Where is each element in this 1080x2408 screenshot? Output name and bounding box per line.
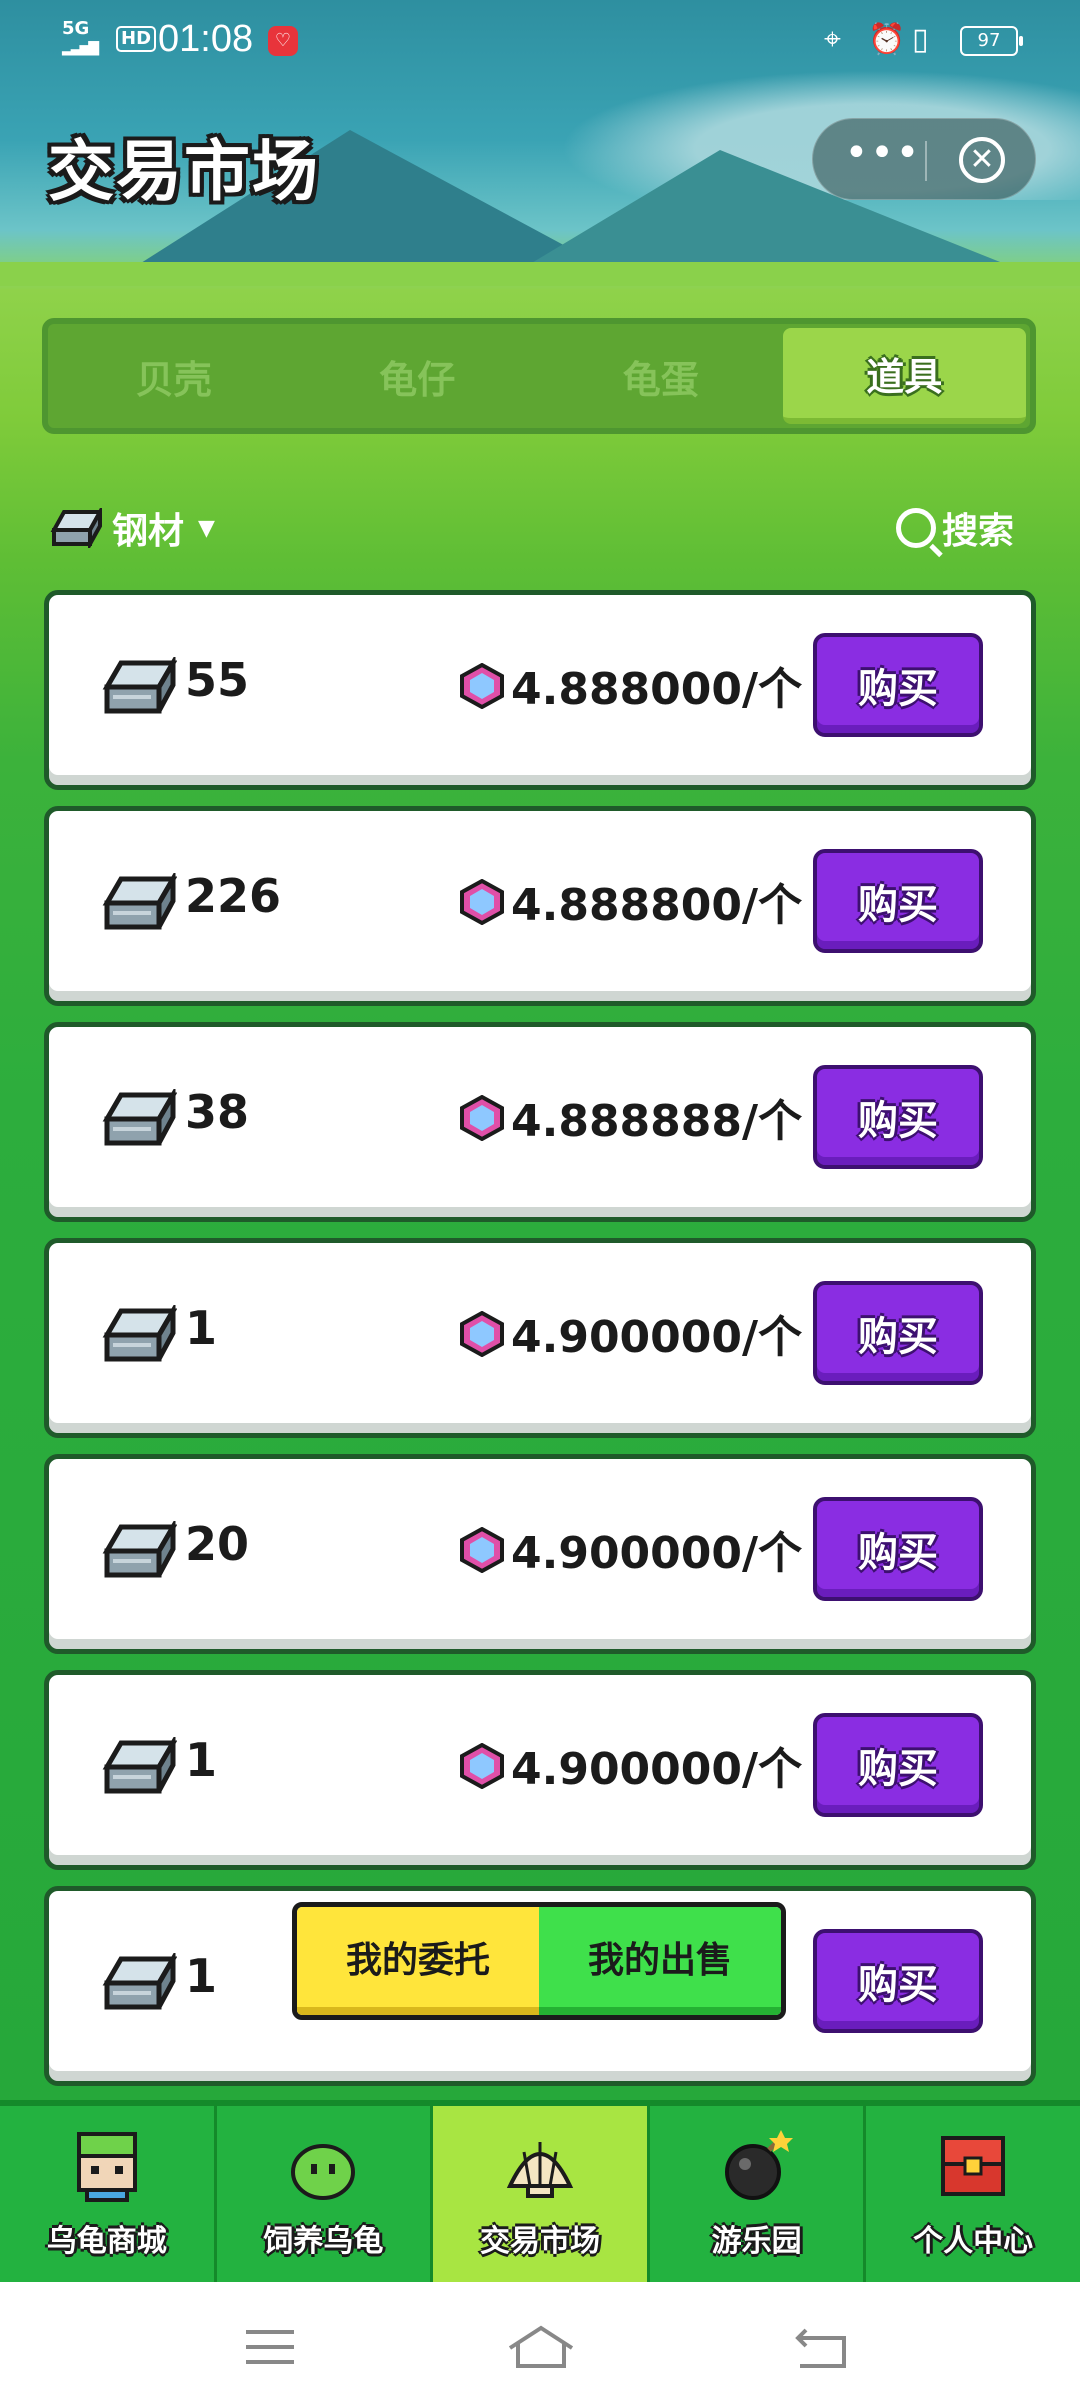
tab-shells[interactable]: 贝壳 [52,328,296,424]
listing-quantity: 1 [185,1733,218,1787]
nav-raise-turtle[interactable]: 饲养乌龟 [217,2106,434,2282]
listing-price: 4.900000/个 [511,1312,803,1363]
steel-ingot-icon [102,1737,177,1794]
listing-price: 4.900000/个 [511,1744,803,1795]
shell-icon [506,2142,574,2198]
menu-icon[interactable] [240,2322,300,2372]
steel-ingot-icon [102,873,177,930]
gem-icon [460,1743,504,1789]
steel-ingot-icon [50,508,102,548]
listing-quantity: 1 [185,1301,218,1355]
steel-ingot-icon [102,657,177,714]
listing-row: 38 4.888888/个 购买 [44,1022,1036,1222]
more-button[interactable]: ••• [843,133,923,183]
search-label: 搜索 [942,511,1015,552]
home-icon[interactable] [506,2322,576,2372]
location-icon: ⌖ [824,22,841,57]
gem-icon [460,1095,504,1141]
listing-price: 4.888000/个 [511,664,803,715]
slime-icon [291,2144,356,2200]
buy-button[interactable]: 购买 [813,1281,983,1385]
orders-sales-toggle: 我的委托 我的出售 [292,1902,786,2020]
nav-label: 乌龟商城 [46,2224,167,2259]
hd-badge: HD [116,26,157,52]
steel-ingot-icon [102,1305,177,1362]
capsule-divider [925,141,927,181]
listing-price: 4.888800/个 [511,880,803,931]
buy-button[interactable]: 购买 [813,1497,983,1601]
status-bar: 5G ▂▃▅▇ HD 01:08 ♡ ⌖ ⏰ ▯ 97 [0,0,1080,80]
tab-turtle-eggs[interactable]: 龟蛋 [539,328,783,424]
gem-icon [460,1527,504,1573]
listing-quantity: 20 [185,1517,250,1571]
buy-button[interactable]: 购买 [813,1713,983,1817]
nav-label: 游乐园 [711,2224,802,2259]
nav-profile[interactable]: 个人中心 [866,2106,1080,2282]
tab-items[interactable]: 道具 [782,328,1026,424]
bomb-icon [724,2130,793,2200]
chevron-down-icon: ▼ [198,515,215,541]
clock: 01:08 [158,18,254,60]
network-type: 5G [62,18,90,39]
gem-icon [460,663,504,709]
signal-icon: ▂▃▅▇ [62,40,99,56]
listing-list: 55 4.888000/个 购买 226 4.888800/个 购买 38 4.… [44,590,1036,2102]
page-title: 交易市场 [48,133,320,210]
buy-button[interactable]: 购买 [813,633,983,737]
vibrate-icon: ▯ [912,22,929,57]
alarm-icon: ⏰ [868,22,906,57]
listing-row: 1 4.900000/个 购买 [44,1238,1036,1438]
app-notification-icon: ♡ [268,26,298,56]
back-icon[interactable] [792,2322,852,2372]
my-sales-button[interactable]: 我的出售 [539,1907,781,2015]
listing-row: 20 4.900000/个 购买 [44,1454,1036,1654]
listing-price: 4.888888/个 [511,1096,803,1147]
buy-button[interactable]: 购买 [813,1065,983,1169]
bottom-nav: 乌龟商城 饲养乌龟 交易市场 游乐园 个人中心 [0,2100,1080,2282]
listing-row: 1 4.900000/个 购买 [44,1670,1036,1870]
grass-horizon [0,262,1080,286]
nav-label: 个人中心 [913,2224,1034,2259]
buy-button[interactable]: 购买 [813,1929,983,2033]
battery-indicator: 97 [960,26,1023,56]
steel-ingot-icon [102,1089,177,1146]
listing-row: 226 4.888800/个 购买 [44,806,1036,1006]
steel-ingot-icon [102,1521,177,1578]
search-icon [896,508,936,548]
listing-quantity: 1 [185,1949,218,2003]
mini-program-capsule: ••• ✕ [812,118,1036,200]
nav-label: 交易市场 [479,2224,600,2259]
filter-selected-label: 钢材 [112,511,185,552]
close-button[interactable]: ✕ [959,137,1005,183]
nav-label: 饲养乌龟 [263,2224,384,2259]
steel-ingot-icon [102,1953,177,2010]
system-navigation-bar [0,2282,1080,2408]
item-filter-dropdown[interactable]: 钢材 ▼ [50,500,215,556]
gem-icon [460,1311,504,1357]
buy-button[interactable]: 购买 [813,849,983,953]
tab-baby-turtles[interactable]: 龟仔 [296,328,540,424]
my-orders-button[interactable]: 我的委托 [297,1907,539,2015]
listing-price: 4.900000/个 [511,1528,803,1579]
listing-quantity: 226 [185,869,282,923]
chest-icon [941,2136,1006,2196]
search-button[interactable]: 搜索 [896,500,1014,556]
listing-quantity: 38 [185,1085,250,1139]
pixel-head-icon [76,2132,137,2202]
gem-icon [460,879,504,925]
nav-turtle-shop[interactable]: 乌龟商城 [0,2106,217,2282]
category-tabs: 贝壳 龟仔 龟蛋 道具 [42,318,1036,434]
nav-amusement-park[interactable]: 游乐园 [650,2106,867,2282]
nav-trading-market[interactable]: 交易市场 [433,2106,650,2282]
listing-row: 55 4.888000/个 购买 [44,590,1036,790]
listing-quantity: 55 [185,653,250,707]
